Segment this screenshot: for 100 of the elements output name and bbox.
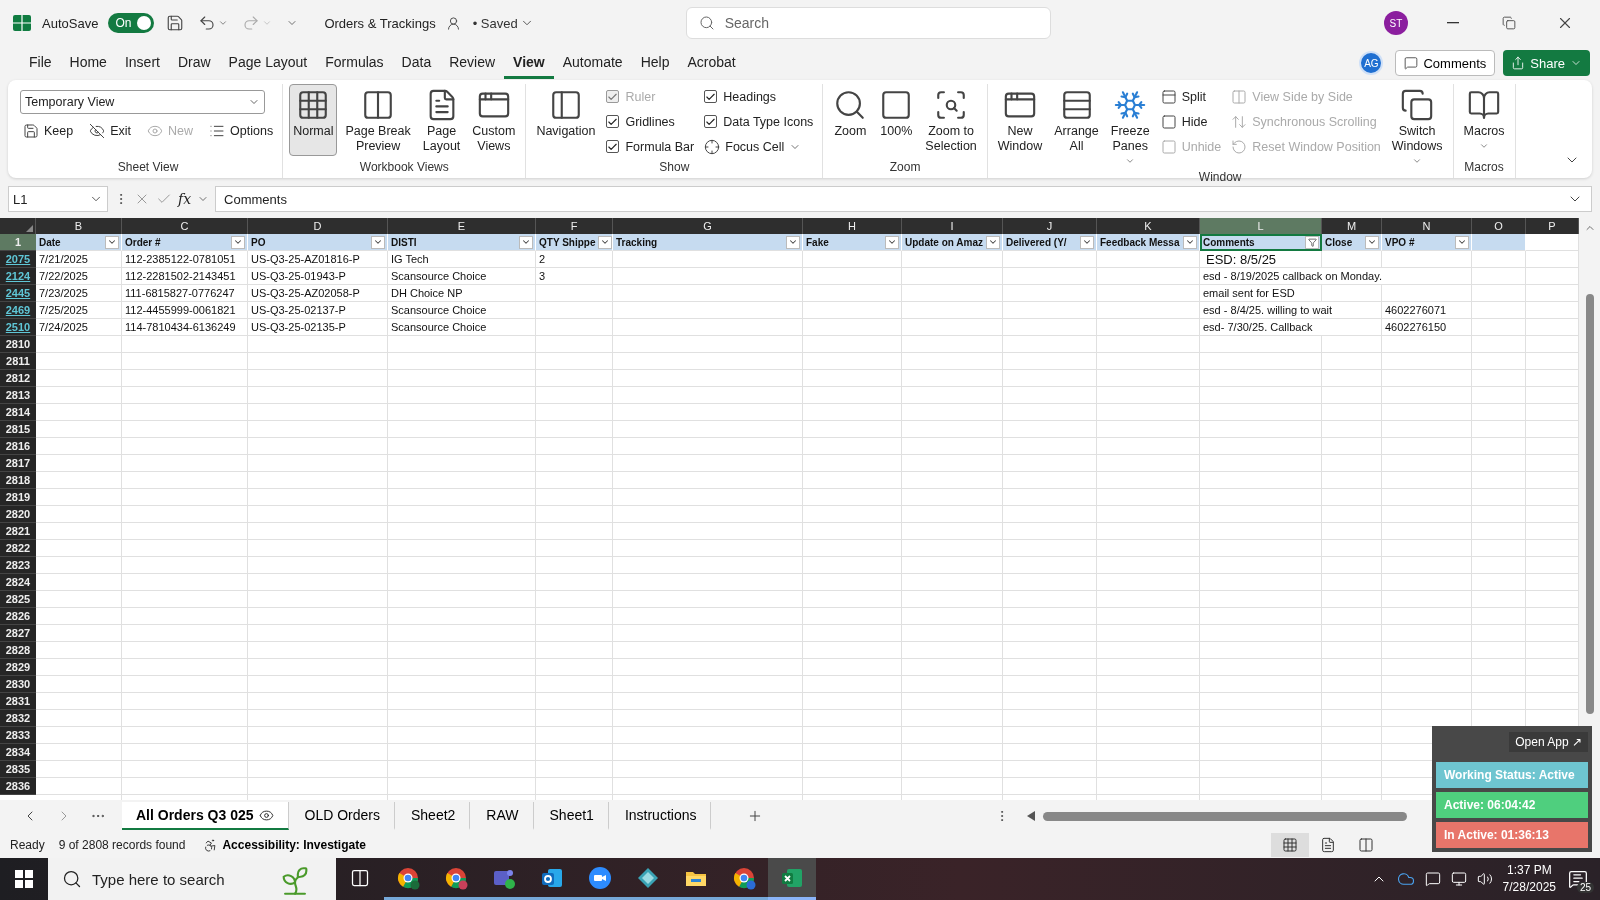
ribbon-button[interactable]: Page Break Preview	[341, 84, 415, 158]
column-header[interactable]: J	[1003, 218, 1097, 234]
column-header[interactable]: P	[1526, 218, 1579, 234]
ribbon-button[interactable]: New Window	[993, 84, 1047, 158]
sheet-tab[interactable]: All Orders Q3 025	[122, 802, 289, 830]
row-header[interactable]: 2075	[0, 251, 36, 268]
row-header[interactable]: 2826	[0, 608, 36, 625]
row-header[interactable]: 2124	[0, 268, 36, 285]
comments-button[interactable]: Comments	[1395, 50, 1496, 76]
ribbon-button[interactable]: Keep	[20, 118, 77, 143]
ribbon-button[interactable]: Normal	[289, 84, 338, 156]
row-header[interactable]: 2833	[0, 727, 36, 744]
ribbon-button[interactable]: Navigation	[532, 84, 600, 156]
row-header[interactable]: 2825	[0, 591, 36, 608]
row-header[interactable]: 2817	[0, 455, 36, 472]
ribbon-tab[interactable]: Page Layout	[219, 47, 317, 79]
row-header[interactable]: 2812	[0, 370, 36, 387]
ribbon-tab[interactable]: Draw	[168, 47, 220, 79]
ribbon-button[interactable]: Hide	[1157, 109, 1225, 134]
ribbon-tab[interactable]: Formulas	[316, 47, 393, 79]
row-header[interactable]: 1	[0, 234, 36, 251]
checkbox-option[interactable]: Gridlines	[603, 109, 698, 134]
autosave-toggle[interactable]: On	[108, 13, 155, 33]
ribbon-tab[interactable]: Home	[60, 47, 116, 79]
row-header[interactable]: 2827	[0, 625, 36, 642]
checkbox-option[interactable]: Data Type Icons	[701, 109, 817, 134]
sheet-tab[interactable]: Sheet1	[535, 802, 609, 830]
column-header[interactable]: C	[122, 218, 248, 234]
account-avatar[interactable]: AG	[1359, 51, 1384, 75]
row-header[interactable]: 2821	[0, 523, 36, 540]
row-header[interactable]: 2820	[0, 506, 36, 523]
row-header[interactable]: 2510	[0, 319, 36, 336]
ribbon-tab[interactable]: Insert	[115, 47, 169, 79]
column-header[interactable]: F	[536, 218, 613, 234]
sheet-tab[interactable]: RAW	[472, 802, 534, 830]
row-header[interactable]: 2828	[0, 642, 36, 659]
ribbon-button[interactable]: Macros	[1459, 84, 1509, 156]
ribbon-button[interactable]: Freeze Panes	[1106, 84, 1154, 170]
sheet-view-dropdown[interactable]: Temporary View	[20, 90, 265, 114]
row-header[interactable]: 2834	[0, 744, 36, 761]
open-app-button[interactable]: Open App ↗	[1509, 732, 1588, 752]
row-header[interactable]: 2832	[0, 710, 36, 727]
ribbon-button[interactable]: Exit	[86, 118, 135, 143]
column-header[interactable]: L	[1200, 218, 1322, 234]
ribbon-button[interactable]: Page Layout	[418, 84, 465, 158]
column-header[interactable]: D	[248, 218, 388, 234]
column-header[interactable]: G	[613, 218, 803, 234]
accessibility-button[interactable]: Accessibility: Investigate	[203, 837, 366, 853]
row-header[interactable]: 2836	[0, 778, 36, 795]
row-header[interactable]: 2816	[0, 438, 36, 455]
checkbox-option[interactable]: Headings	[701, 84, 817, 109]
ribbon-button[interactable]: Switch Windows	[1387, 84, 1447, 170]
row-header[interactable]: 2830	[0, 676, 36, 693]
row-header[interactable]: 2824	[0, 574, 36, 591]
column-header[interactable]: K	[1097, 218, 1200, 234]
ribbon-button[interactable]: 100%	[875, 84, 918, 156]
column-header[interactable]: B	[36, 218, 122, 234]
sheet-tab[interactable]: Sheet2	[397, 802, 471, 830]
row-header[interactable]: 2810	[0, 336, 36, 353]
row-header[interactable]: 2813	[0, 387, 36, 404]
column-header[interactable]: O	[1472, 218, 1526, 234]
column-header[interactable]: I	[902, 218, 1003, 234]
row-header[interactable]: 2819	[0, 489, 36, 506]
row-header[interactable]: 2815	[0, 421, 36, 438]
row-header[interactable]: 2469	[0, 302, 36, 319]
row-header[interactable]: 2818	[0, 472, 36, 489]
ribbon-button[interactable]: Zoom	[829, 84, 872, 156]
ribbon-tab[interactable]: Data	[392, 47, 441, 79]
share-button[interactable]: Share	[1503, 50, 1590, 76]
ribbon-button[interactable]: Custom Views	[468, 84, 520, 158]
search-field[interactable]: Search	[685, 7, 1051, 39]
row-header[interactable]: 2814	[0, 404, 36, 421]
row-header[interactable]: 2831	[0, 693, 36, 710]
sheet-tab[interactable]: Instructions	[610, 802, 712, 830]
column-header[interactable]: H	[803, 218, 902, 234]
ribbon-tab[interactable]: Automate	[553, 47, 632, 79]
ribbon-tab[interactable]: Acrobat	[678, 47, 745, 79]
ribbon-button[interactable]: Zoom to Selection	[921, 84, 981, 158]
sheet-tab[interactable]: OLD Orders	[290, 802, 395, 830]
ribbon-button[interactable]: Options	[206, 118, 277, 143]
row-header[interactable]: 2822	[0, 540, 36, 557]
ribbon-tab[interactable]: File	[20, 47, 61, 79]
checkbox-option[interactable]: Formula Bar	[603, 134, 698, 159]
row-header[interactable]: 2811	[0, 353, 36, 370]
ribbon-button[interactable]: Focus Cell	[701, 134, 817, 159]
ribbon-button[interactable]: Arrange All	[1050, 84, 1103, 158]
formula-input[interactable]: Comments	[215, 186, 1592, 212]
ribbon-tab[interactable]: Review	[440, 47, 505, 79]
save-status-button[interactable]: • Saved	[470, 13, 536, 33]
name-box[interactable]: L1	[8, 186, 108, 212]
user-avatar[interactable]: ST	[1384, 11, 1408, 35]
function-label[interactable]: fx	[178, 191, 192, 207]
ribbon-button[interactable]: Split	[1157, 84, 1225, 109]
column-header[interactable]: M	[1322, 218, 1382, 234]
row-header[interactable]: 2829	[0, 659, 36, 676]
column-header[interactable]: N	[1382, 218, 1472, 234]
row-header[interactable]: 2445	[0, 285, 36, 302]
column-header[interactable]: E	[388, 218, 536, 234]
row-header[interactable]: 2835	[0, 761, 36, 778]
row-header[interactable]: 2823	[0, 557, 36, 574]
